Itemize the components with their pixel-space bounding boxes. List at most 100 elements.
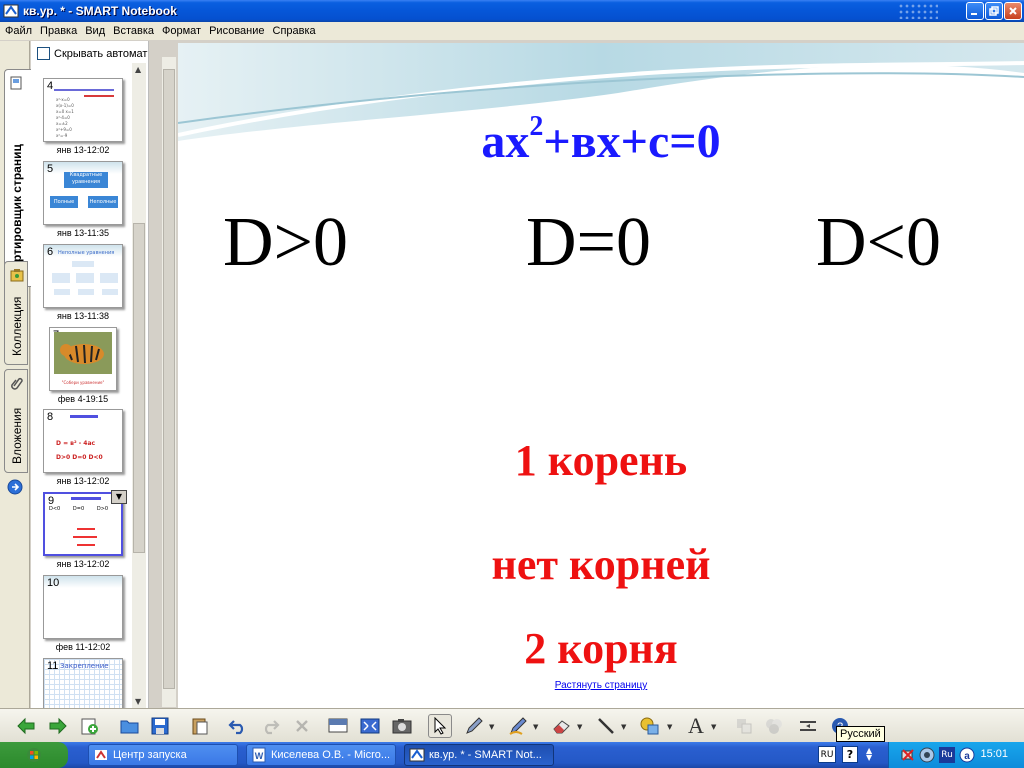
move-toolbar-button[interactable]	[796, 714, 820, 738]
redo-icon	[264, 720, 280, 735]
page-thumbnail-9[interactable]: 9 D<0 D=0 D>0 ▼ янв 13-12:02	[43, 490, 127, 569]
page-caption: фев 4-19:15	[57, 394, 109, 404]
language-help-icon[interactable]: ?	[842, 746, 858, 763]
quadratic-formula[interactable]: ax2+вх+с=0	[178, 111, 1024, 169]
fill-button[interactable]	[762, 714, 786, 738]
page-thumbnail-6[interactable]: 6 Неполные уравнения янв 13-11:38	[43, 244, 123, 321]
save-button[interactable]	[148, 714, 172, 738]
redo-button[interactable]	[258, 714, 282, 738]
capture-button[interactable]	[390, 714, 414, 738]
tab-gallery[interactable]: Коллекция	[4, 261, 28, 365]
thumb-line: D = в² - 4ас	[56, 440, 96, 447]
taskbar-smart-notebook[interactable]: кв.ур. * - SMART Not...	[404, 744, 554, 766]
creative-pen-button[interactable]	[506, 714, 530, 738]
task-label: кв.ур. * - SMART Not...	[429, 749, 542, 761]
taskbar-launch-center[interactable]: Центр запуска	[88, 744, 238, 766]
menu-file[interactable]: Файл	[5, 25, 32, 37]
line-dropdown-icon[interactable]: ▼	[621, 723, 626, 731]
close-button[interactable]	[1004, 2, 1022, 20]
tray-app-icon[interactable]	[919, 747, 935, 763]
delete-button[interactable]	[290, 714, 314, 738]
language-indicator[interactable]: RU	[818, 746, 836, 763]
taskbar-word-document[interactable]: W Киселева О.В. - Micro...	[246, 744, 396, 766]
fill-icon	[766, 719, 782, 734]
eraser-tool-button[interactable]	[550, 714, 574, 738]
notebook-page[interactable]: ax2+вх+с=0 D>0 D=0 D<0 1 корень нет корн…	[178, 43, 1024, 708]
next-page-button[interactable]	[46, 714, 70, 738]
tab-attachments-label: Вложения	[10, 407, 24, 464]
paste-button[interactable]	[188, 714, 212, 738]
page-number: 10	[47, 577, 60, 589]
creative-pen-dropdown-icon[interactable]: ▼	[533, 723, 538, 731]
pen-dropdown-icon[interactable]: ▼	[489, 723, 494, 731]
page-number: 8	[47, 411, 54, 423]
text-dropdown-icon[interactable]: ▼	[711, 723, 716, 731]
canvas-scrollbar[interactable]	[162, 57, 176, 707]
menu-draw[interactable]: Рисование	[209, 25, 264, 37]
language-options-icon[interactable]: ▲ ▼	[866, 747, 872, 762]
arrow-left-icon	[17, 717, 35, 735]
menu-bar: Файл Правка Вид Вставка Формат Рисование…	[0, 22, 1024, 40]
page-menu-button[interactable]: ▼	[111, 490, 127, 504]
system-tray: Ru a 15:01	[888, 742, 1024, 768]
select-tool-button[interactable]	[428, 714, 452, 738]
properties-button[interactable]	[732, 714, 756, 738]
canvas-scroll-thumb[interactable]	[163, 69, 175, 689]
add-page-button[interactable]	[78, 714, 102, 738]
page-number: 4	[47, 80, 54, 92]
restore-button[interactable]	[985, 2, 1003, 20]
undo-button[interactable]	[226, 714, 250, 738]
menu-help[interactable]: Справка	[273, 25, 316, 37]
menu-format[interactable]: Формат	[162, 25, 201, 37]
discriminant-zero[interactable]: D=0	[526, 203, 651, 283]
eraser-icon	[553, 720, 570, 734]
minimize-button[interactable]	[966, 2, 984, 20]
page-thumbnail-10[interactable]: 10 фев 11-12:02	[43, 575, 123, 652]
add-page-icon	[81, 718, 98, 735]
discriminant-negative[interactable]: D<0	[816, 203, 941, 283]
line-tool-button[interactable]	[594, 714, 618, 738]
page-thumbnail-11[interactable]: 11 Закрепление	[43, 658, 123, 708]
auto-hide-checkbox[interactable]	[37, 47, 50, 60]
text-tool-button[interactable]: A	[684, 713, 708, 738]
clock[interactable]: 15:01	[980, 748, 1008, 760]
shapes-dropdown-icon[interactable]: ▼	[667, 723, 672, 731]
answer-two-roots[interactable]: 2 корня	[178, 623, 1024, 674]
page-thumbnail-4[interactable]: 4 x²-x=0 x(x-1)=0 x=0 x=1 x²-4=0 x=±2 x²+9=0 x…	[43, 78, 123, 155]
start-button[interactable]	[0, 742, 68, 768]
stretch-page-link[interactable]: Растянуть страницу	[178, 680, 1024, 691]
svg-text:a: a	[964, 751, 970, 762]
thumbnail-preview: 4 x²-x=0 x(x-1)=0 x=0 x=1 x²-4=0 x=±2 x²+9=0 x…	[43, 78, 123, 142]
scroll-thumb[interactable]	[133, 223, 145, 553]
full-screen-button[interactable]	[358, 714, 382, 738]
page-caption: янв 13-11:35	[57, 228, 109, 238]
menu-edit[interactable]: Правка	[40, 25, 77, 37]
menu-insert[interactable]: Вставка	[113, 25, 154, 37]
screen-shade-button[interactable]	[326, 714, 350, 738]
network-icon[interactable]	[901, 748, 915, 762]
scroll-up-icon[interactable]: ▲	[135, 65, 141, 74]
keyboard-layout-icon[interactable]: Ru	[939, 747, 955, 763]
discriminant-positive[interactable]: D>0	[223, 203, 348, 283]
scroll-down-icon[interactable]: ▼	[135, 697, 141, 706]
auto-hide-option[interactable]: Скрывать автоматически	[37, 47, 148, 60]
tab-page-sorter[interactable]: Сортировщик страниц	[4, 69, 31, 287]
answer-one-root[interactable]: 1 корень	[178, 435, 1024, 486]
open-file-button[interactable]	[118, 714, 142, 738]
restore-icon	[989, 6, 999, 16]
arrow-circle-icon[interactable]	[7, 479, 23, 495]
undo-icon	[228, 720, 244, 735]
sorter-scrollbar[interactable]: ▲ ▼	[132, 63, 146, 708]
previous-page-button[interactable]	[14, 714, 38, 738]
menu-view[interactable]: Вид	[85, 25, 105, 37]
page-thumbnail-7[interactable]: 7 "Собери уравнение" фев 4-19:15	[43, 327, 123, 404]
tab-gallery-label: Коллекция	[10, 296, 24, 356]
eraser-dropdown-icon[interactable]: ▼	[577, 723, 582, 731]
shapes-tool-button[interactable]	[638, 714, 662, 738]
antivirus-icon[interactable]: a	[959, 747, 975, 763]
answer-no-roots[interactable]: нет корней	[178, 539, 1024, 590]
page-thumbnail-8[interactable]: 8 D = в² - 4ас D>0 D=0 D<0 янв 13-12:02	[43, 409, 123, 486]
pen-tool-button[interactable]	[462, 714, 486, 738]
page-thumbnail-5[interactable]: 5 Квадратные уравнения Полные Неполные я…	[43, 161, 123, 238]
tab-attachments[interactable]: Вложения	[4, 369, 28, 473]
